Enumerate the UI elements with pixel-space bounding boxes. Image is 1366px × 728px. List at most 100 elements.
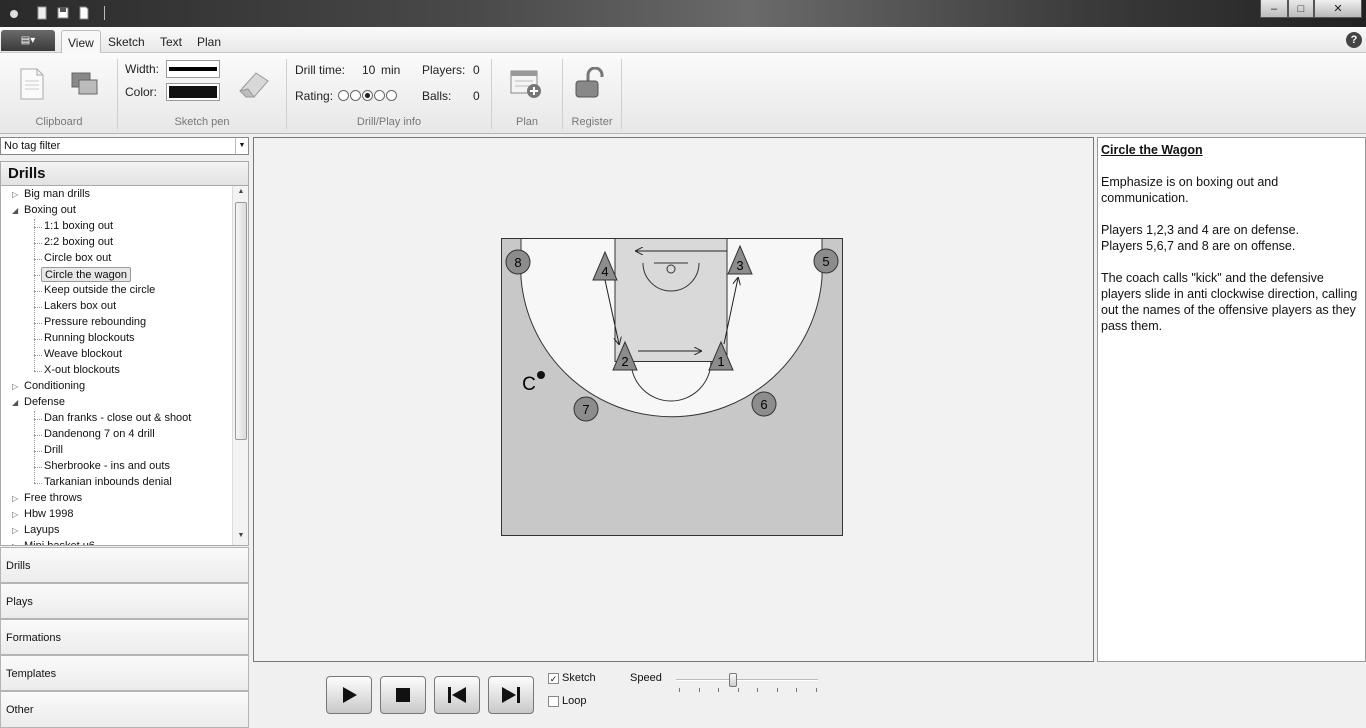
paste-icon[interactable] xyxy=(15,67,47,101)
save-icon[interactable] xyxy=(57,6,69,20)
expand-arrow-icon[interactable]: ▷ xyxy=(12,379,18,394)
svg-text:1: 1 xyxy=(717,354,724,369)
expand-arrow-icon[interactable]: ▷ xyxy=(12,539,18,545)
svg-text:5: 5 xyxy=(822,254,829,269)
tab-text[interactable]: Text xyxy=(154,30,188,53)
tree-category[interactable]: Layups xyxy=(24,523,59,538)
collapse-arrow-icon[interactable]: ◢ xyxy=(12,395,18,410)
tree-category[interactable]: Hbw 1998 xyxy=(24,507,74,522)
offense-player-6[interactable]: 6 xyxy=(751,391,777,417)
expand-arrow-icon[interactable]: ▷ xyxy=(12,187,18,202)
color-label: Color: xyxy=(125,85,158,99)
tree-item[interactable]: 2:2 boxing out xyxy=(44,235,113,250)
tab-view[interactable]: View xyxy=(61,30,101,54)
tree-item[interactable]: 1:1 boxing out xyxy=(44,219,113,234)
balls-label: Balls: xyxy=(422,89,452,103)
tree-category[interactable]: Free throws xyxy=(24,491,82,506)
speed-slider[interactable] xyxy=(676,671,818,695)
unlock-icon[interactable] xyxy=(572,67,608,101)
offense-player-5[interactable]: 5 xyxy=(813,248,839,274)
tree-category[interactable]: Boxing out xyxy=(24,203,76,218)
rating-dot[interactable] xyxy=(386,90,397,101)
tree-item[interactable]: Drill xyxy=(44,443,63,458)
svg-text:6: 6 xyxy=(760,397,767,412)
offense-player-8[interactable]: 8 xyxy=(505,249,531,275)
eraser-icon[interactable] xyxy=(236,69,272,99)
expand-arrow-icon[interactable]: ▷ xyxy=(12,523,18,538)
tree-item[interactable]: Lakers box out xyxy=(44,299,116,314)
close-button[interactable]: ✕ xyxy=(1314,0,1362,18)
tree-scrollbar[interactable]: ▲ ▼ xyxy=(232,186,248,545)
collapse-arrow-icon[interactable]: ◢ xyxy=(12,203,18,218)
tree-category[interactable]: Big man drills xyxy=(24,187,90,202)
maximize-button[interactable]: □ xyxy=(1288,0,1314,18)
tree-item[interactable]: Tarkanian inbounds denial xyxy=(44,475,172,490)
skip-to-end-button[interactable] xyxy=(488,676,534,714)
ribbon-tab-row: ▤▾ View Sketch Text Plan ? xyxy=(0,27,1366,54)
offense-player-7[interactable]: 7 xyxy=(573,396,599,422)
tree-item[interactable]: Pressure rebounding xyxy=(44,315,146,330)
rating-dot[interactable] xyxy=(338,90,349,101)
help-icon[interactable]: ? xyxy=(1346,32,1362,48)
new-document-icon[interactable] xyxy=(78,6,90,20)
tree-category[interactable]: Mini basket u6 xyxy=(24,539,95,545)
tree-item[interactable]: Dandenong 7 on 4 drill xyxy=(44,427,155,442)
tree-item[interactable]: Circle box out xyxy=(44,251,111,266)
tree-item[interactable]: Dan franks - close out & shoot xyxy=(44,411,191,426)
add-to-plan-icon[interactable] xyxy=(508,67,544,101)
pen-color-selector[interactable] xyxy=(166,83,220,101)
pen-width-selector[interactable] xyxy=(166,60,220,78)
tree-connector xyxy=(34,355,42,356)
tree-item[interactable]: X-out blockouts xyxy=(44,363,120,378)
scroll-thumb[interactable] xyxy=(235,202,247,440)
drill-time-value[interactable]: 10 xyxy=(362,63,375,77)
tag-filter-value: No tag filter xyxy=(4,140,61,152)
tree-connector xyxy=(34,227,42,228)
tree-connector xyxy=(34,483,42,484)
tab-plan[interactable]: Plan xyxy=(191,30,227,53)
skip-to-start-button[interactable] xyxy=(434,676,480,714)
stop-button[interactable] xyxy=(380,676,426,714)
tree-item[interactable]: Weave blockout xyxy=(44,347,122,362)
scroll-down-icon[interactable]: ▼ xyxy=(233,532,248,539)
tree-category[interactable]: Defense xyxy=(24,395,65,410)
drill-canvas[interactable]: 4 3 2 1 8 5 7 6 C xyxy=(253,137,1094,662)
tree-item[interactable]: Sherbrooke - ins and outs xyxy=(44,459,170,474)
chevron-down-icon[interactable]: ▼ xyxy=(235,138,248,154)
slider-tick xyxy=(679,688,680,692)
expand-arrow-icon[interactable]: ▷ xyxy=(12,507,18,522)
tab-sketch[interactable]: Sketch xyxy=(102,30,151,53)
basketball-court[interactable]: 4 3 2 1 8 5 7 6 C xyxy=(501,238,843,536)
tree-category[interactable]: Conditioning xyxy=(24,379,85,394)
tree-connector xyxy=(34,371,42,372)
nav-other[interactable]: Other xyxy=(0,691,249,728)
tree-item[interactable]: Circle the wagon xyxy=(41,267,131,282)
minimize-button[interactable]: – xyxy=(1260,0,1288,18)
description-paragraph: The coach calls "kick" and the defensive… xyxy=(1101,271,1358,333)
stop-icon xyxy=(396,688,410,702)
tree-item[interactable]: Running blockouts xyxy=(44,331,135,346)
nav-plays[interactable]: Plays xyxy=(0,583,249,619)
rating-dot[interactable] xyxy=(374,90,385,101)
nav-formations[interactable]: Formations xyxy=(0,619,249,655)
sketch-checkbox[interactable]: ✓ xyxy=(548,673,559,684)
svg-text:3: 3 xyxy=(736,258,743,273)
tree-item[interactable]: Keep outside the circle xyxy=(44,283,155,298)
play-button[interactable] xyxy=(326,676,372,714)
loop-checkbox[interactable] xyxy=(548,696,559,707)
nav-templates[interactable]: Templates xyxy=(0,655,249,691)
nav-drills[interactable]: Drills xyxy=(0,547,249,583)
tag-filter-select[interactable]: No tag filter ▼ xyxy=(0,137,249,155)
rating-selector[interactable] xyxy=(338,90,397,101)
rating-dot[interactable] xyxy=(350,90,361,101)
copy-image-icon[interactable] xyxy=(70,71,100,99)
rating-dot[interactable] xyxy=(362,90,373,101)
expand-arrow-icon[interactable]: ▷ xyxy=(12,491,18,506)
open-icon[interactable] xyxy=(36,6,48,20)
scroll-up-icon[interactable]: ▲ xyxy=(233,188,248,195)
application-menu-button[interactable]: ▤▾ xyxy=(1,30,55,51)
speed-slider-thumb[interactable] xyxy=(728,673,737,687)
tree-connector xyxy=(34,243,42,244)
tree-connector xyxy=(34,307,42,308)
drill-description[interactable]: Circle the Wagon Emphasize is on boxing … xyxy=(1097,137,1366,662)
